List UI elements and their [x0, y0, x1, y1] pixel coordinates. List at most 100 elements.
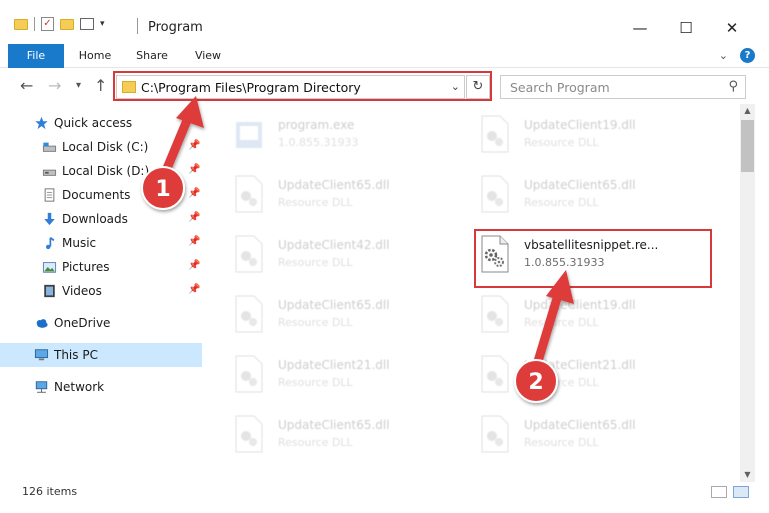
- folder-icon[interactable]: [14, 18, 28, 30]
- sidebar-item-label: Music: [62, 236, 97, 250]
- minimize-button[interactable]: —: [617, 14, 663, 44]
- item-count: 126 items: [22, 485, 78, 498]
- title-bar: ✓ ▾ Program — ☐ ✕: [0, 0, 769, 44]
- file-type: Resource DLL: [278, 316, 353, 329]
- pictures-icon: [42, 262, 57, 273]
- sidebar-item-label: Local Disk (D:): [62, 164, 150, 178]
- pin-icon[interactable]: 📌: [188, 188, 200, 199]
- exe-file-icon: [236, 122, 262, 148]
- sidebar-item-videos[interactable]: Videos 📌: [0, 279, 202, 303]
- up-arrow-icon[interactable]: ↑: [94, 76, 107, 95]
- window-title: Program: [148, 20, 203, 35]
- pin-icon[interactable]: 📌: [188, 284, 200, 295]
- sidebar-item-music[interactable]: Music 📌: [0, 231, 202, 255]
- file-name: UpdateClient42.dll: [278, 238, 390, 252]
- quick-access-toolbar: ✓ ▾: [14, 17, 105, 31]
- large-icons-view-icon[interactable]: [733, 486, 749, 498]
- sidebar-item-label: Videos: [62, 284, 102, 298]
- chevron-down-icon[interactable]: ▾: [100, 19, 105, 29]
- file-item[interactable]: UpdateClient21.dll Resource DLL: [478, 352, 698, 398]
- pin-icon[interactable]: 📌: [188, 260, 200, 271]
- status-bar: 126 items: [0, 482, 769, 513]
- file-version: 1.0.855.31933: [278, 136, 359, 149]
- ribbon-controls: ⌄ ?: [719, 48, 755, 63]
- file-highlight-box: [474, 229, 712, 288]
- file-name: UpdateClient65.dll: [278, 298, 390, 312]
- file-name: UpdateClient65.dll: [278, 418, 390, 432]
- file-item[interactable]: UpdateClient65.dll Resource DLL: [232, 172, 452, 218]
- toolbar-divider: [34, 17, 35, 31]
- recent-locations-icon[interactable]: ▾: [76, 80, 81, 91]
- search-icon[interactable]: ⚲: [728, 79, 738, 94]
- sidebar-item-local-disk-c[interactable]: Local Disk (C:) 📌: [0, 135, 202, 159]
- scroll-thumb[interactable]: [741, 120, 754, 172]
- file-item[interactable]: UpdateClient65.dll Resource DLL: [478, 172, 698, 218]
- file-name: UpdateClient65.dll: [524, 418, 636, 432]
- help-icon[interactable]: ?: [740, 48, 755, 63]
- expand-ribbon-icon[interactable]: ⌄: [719, 49, 728, 62]
- dll-file-icon: [481, 415, 509, 453]
- file-item[interactable]: UpdateClient19.dll Resource DLL: [478, 112, 698, 158]
- file-item[interactable]: UpdateClient65.dll Resource DLL: [478, 412, 698, 458]
- sidebar-item-label: OneDrive: [54, 316, 111, 330]
- sidebar-item-onedrive[interactable]: OneDrive: [0, 311, 202, 335]
- address-highlight-box: [113, 71, 492, 101]
- scroll-down-icon[interactable]: ▼: [740, 468, 755, 482]
- vertical-scrollbar[interactable]: ▲ ▼: [740, 104, 755, 482]
- sidebar-item-network[interactable]: Network: [0, 375, 202, 399]
- tab-file[interactable]: File: [8, 44, 64, 68]
- dll-file-icon: [235, 175, 263, 213]
- file-item[interactable]: UpdateClient19.dll Resource DLL: [478, 292, 698, 338]
- file-list: program.exe 1.0.855.31933 UpdateClient65…: [210, 104, 740, 482]
- file-item[interactable]: program.exe 1.0.855.31933: [232, 112, 452, 158]
- pin-icon[interactable]: 📌: [188, 236, 200, 247]
- search-box[interactable]: Search Program ⚲: [500, 75, 746, 99]
- properties-check-icon[interactable]: ✓: [41, 17, 54, 31]
- title-divider: [137, 18, 138, 34]
- customize-icon[interactable]: [80, 18, 94, 30]
- file-name: UpdateClient65.dll: [524, 178, 636, 192]
- sidebar-item-label: Documents: [62, 188, 131, 202]
- drive-icon: [42, 169, 57, 176]
- file-type: Resource DLL: [278, 196, 353, 209]
- tab-share[interactable]: Share: [128, 44, 176, 68]
- download-icon: [44, 212, 55, 226]
- sidebar-item-documents[interactable]: Documents 📌: [0, 183, 202, 207]
- ribbon-tabs: File Home Share View ⌄ ?: [0, 44, 769, 68]
- file-item[interactable]: UpdateClient21.dll Resource DLL: [232, 352, 452, 398]
- details-view-icon[interactable]: [711, 486, 727, 498]
- file-name: UpdateClient19.dll: [524, 298, 636, 312]
- file-type: Resource DLL: [278, 376, 353, 389]
- cloud-icon: [36, 319, 48, 328]
- file-item[interactable]: UpdateClient65.dll Resource DLL: [232, 412, 452, 458]
- sidebar-item-this-pc[interactable]: This PC: [0, 343, 202, 367]
- dll-file-icon: [481, 175, 509, 213]
- pin-icon[interactable]: 📌: [188, 212, 200, 223]
- file-item[interactable]: UpdateClient42.dll Resource DLL: [232, 232, 452, 278]
- file-name: UpdateClient19.dll: [524, 118, 636, 132]
- pin-icon[interactable]: 📌: [188, 140, 200, 151]
- forward-arrow-icon[interactable]: →: [48, 76, 61, 95]
- sidebar-item-label: Downloads: [62, 212, 128, 226]
- tab-home[interactable]: Home: [72, 44, 118, 68]
- search-input[interactable]: Search Program: [510, 80, 610, 95]
- dll-file-icon: [481, 115, 509, 153]
- pin-icon[interactable]: 📌: [188, 164, 200, 175]
- file-name: UpdateClient65.dll: [278, 178, 390, 192]
- back-arrow-icon[interactable]: ←: [20, 76, 33, 95]
- close-button[interactable]: ✕: [709, 14, 755, 44]
- drive-icon: [42, 142, 57, 152]
- sidebar-item-local-disk-d[interactable]: Local Disk (D:) 📌: [0, 159, 202, 183]
- documents-icon: [44, 188, 55, 202]
- file-type: Resource DLL: [524, 436, 599, 449]
- scroll-up-icon[interactable]: ▲: [740, 104, 755, 118]
- sidebar-item-quick-access[interactable]: Quick access: [0, 111, 202, 135]
- dll-file-icon: [235, 355, 263, 393]
- sidebar-item-pictures[interactable]: Pictures 📌: [0, 255, 202, 279]
- tab-view[interactable]: View: [186, 44, 230, 68]
- new-folder-icon[interactable]: [60, 18, 74, 30]
- file-item[interactable]: UpdateClient65.dll Resource DLL: [232, 292, 452, 338]
- maximize-button[interactable]: ☐: [663, 14, 709, 44]
- sidebar-item-downloads[interactable]: Downloads 📌: [0, 207, 202, 231]
- sidebar-item-label: Pictures: [62, 260, 110, 274]
